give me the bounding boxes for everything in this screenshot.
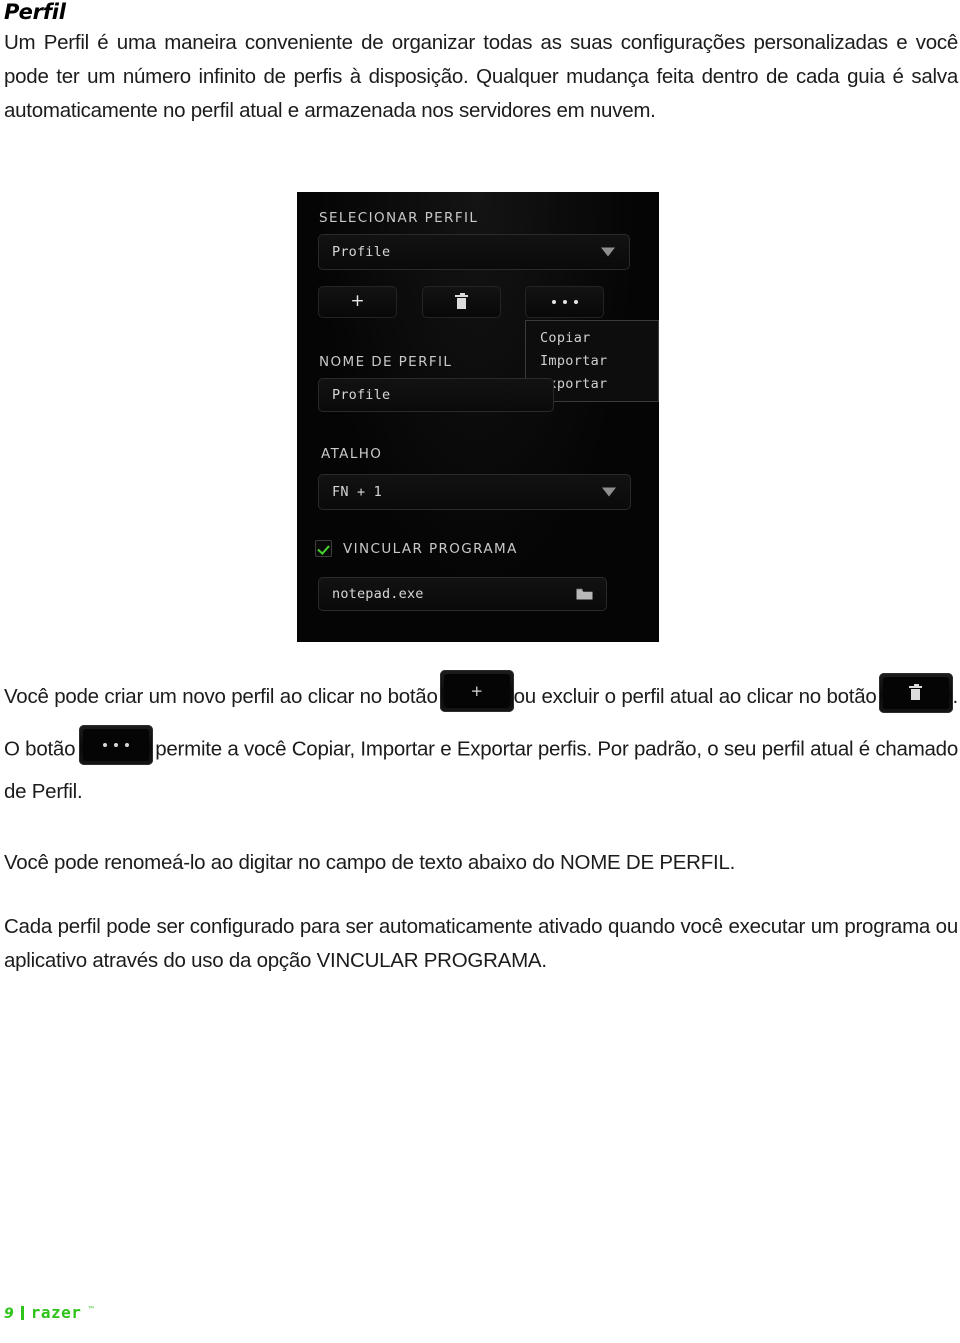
paragraph-buttons-block: Você pode criar um novo perfil ao clicar… [4, 670, 958, 809]
paragraph-text-2: ou excluir o perfil atual ao clicar no b… [513, 684, 877, 708]
paragraph-intro: Um Perfil é uma maneira conveniente de o… [4, 31, 958, 122]
paragraph-autoswitch: Cada perfil pode ser configurado para se… [4, 915, 958, 972]
ellipsis-icon [103, 743, 130, 747]
paragraph-text-1: Você pode criar um novo perfil ao clicar… [4, 684, 438, 708]
paragraph-buttons: Você pode criar um novo perfil ao clicar… [4, 670, 958, 809]
link-program-label: VINCULAR PROGRAMA [343, 540, 518, 557]
paragraph-autoswitch-block: Cada perfil pode ser configurado para se… [4, 910, 958, 978]
synapse-profile-screenshot: SELECIONAR PERFIL Profile + Copiar Impor… [297, 192, 659, 642]
select-profile-dropdown[interactable]: Profile [318, 234, 630, 270]
document-body: Perfil Um Perfil é uma maneira convenien… [4, 0, 958, 128]
razer-logo: razer [30, 1303, 82, 1322]
plus-icon: + [350, 291, 365, 311]
footer-divider [20, 1306, 24, 1320]
trash-icon [455, 293, 468, 309]
page-title: Perfil [4, 0, 66, 24]
shortcut-label: ATALHO [321, 446, 383, 462]
folder-icon[interactable] [576, 588, 593, 601]
inline-add-button-image: + [439, 670, 514, 712]
inline-more-button-image [79, 725, 154, 765]
paragraph-rename: Você pode renomeá-lo ao digitar no campo… [4, 851, 736, 874]
profile-name-label: NOME DE PERFIL [319, 354, 453, 370]
context-menu-item-copiar[interactable]: Copiar [526, 327, 658, 350]
chevron-down-icon [602, 487, 616, 497]
delete-profile-button[interactable] [422, 286, 501, 318]
inline-delete-button-image [878, 672, 953, 713]
add-profile-button[interactable]: + [318, 286, 397, 318]
shortcut-dropdown[interactable]: FN + 1 [318, 474, 631, 510]
page-number: 9 [4, 1306, 14, 1322]
trademark-symbol: ™ [87, 1305, 96, 1314]
page-footer: 9 razer ™ [4, 1303, 96, 1322]
synapse-panel: SELECIONAR PERFIL Profile + Copiar Impor… [297, 192, 659, 642]
page-canvas: Perfil Um Perfil é uma maneira convenien… [0, 0, 960, 1343]
shortcut-value: FN + 1 [332, 484, 382, 500]
chevron-down-icon [601, 247, 615, 257]
select-profile-label: SELECIONAR PERFIL [319, 210, 479, 226]
program-path-input[interactable]: notepad.exe [318, 577, 607, 611]
context-menu-item-importar[interactable]: Importar [526, 350, 658, 373]
link-program-row[interactable]: VINCULAR PROGRAMA [315, 540, 518, 557]
program-path-value: notepad.exe [332, 586, 424, 602]
ellipsis-icon [551, 300, 578, 304]
more-options-button[interactable] [525, 286, 604, 318]
paragraph-rename-block: Você pode renomeá-lo ao digitar no campo… [4, 846, 958, 880]
profile-name-value: Profile [332, 387, 391, 403]
select-profile-value: Profile [332, 244, 391, 260]
profile-name-input[interactable]: Profile [318, 378, 554, 412]
trash-icon [909, 683, 923, 700]
plus-icon: + [470, 681, 483, 700]
link-program-checkbox[interactable] [315, 540, 332, 557]
